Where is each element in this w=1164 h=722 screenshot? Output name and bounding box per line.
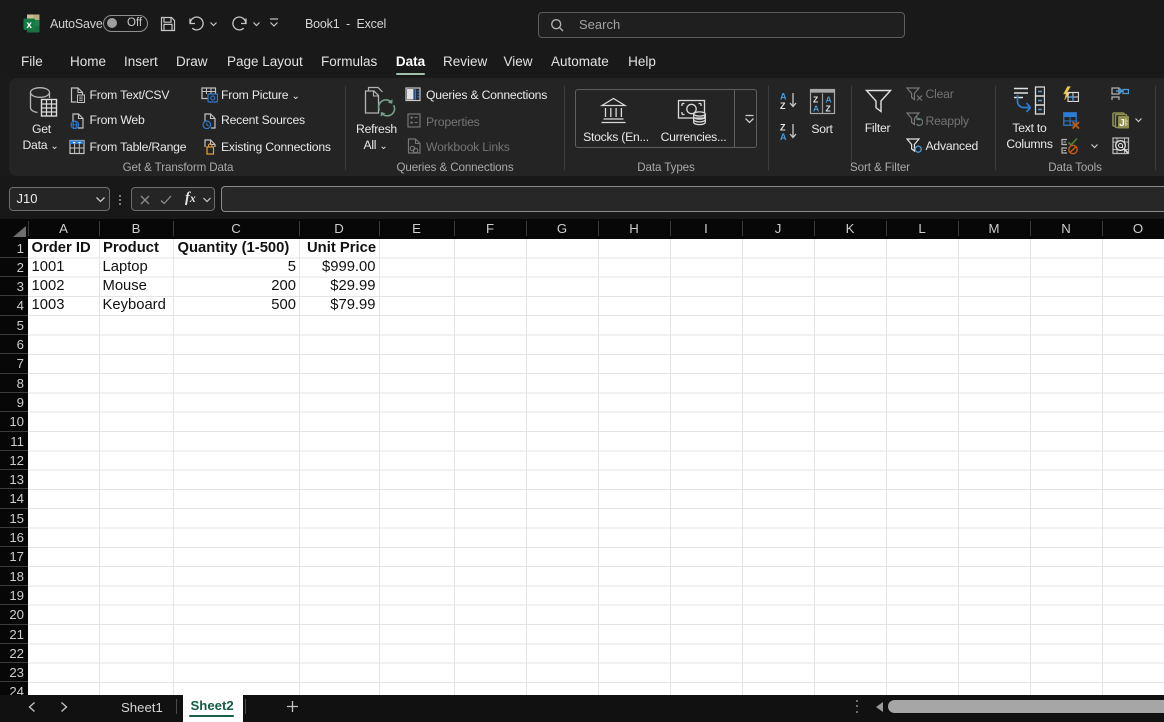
svg-text:Z: Z [780,101,786,110]
svg-text:Z: Z [825,104,830,114]
svg-text:A: A [780,132,787,141]
svg-text:A: A [780,92,787,102]
svg-text:Z: Z [780,123,786,133]
svg-text:J: J [1119,118,1125,129]
svg-text:A: A [813,104,819,114]
svg-text:x: x [26,20,32,31]
